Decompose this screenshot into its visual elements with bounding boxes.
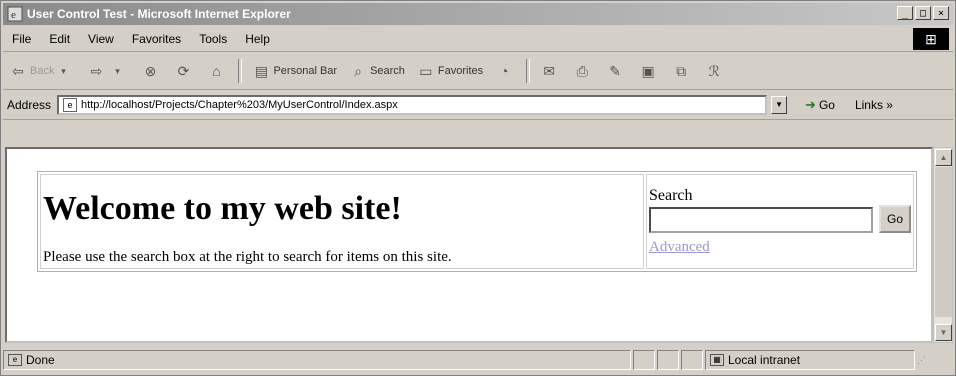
scroll-down-button[interactable]: ▼ xyxy=(935,324,952,341)
standard-toolbar: ⇦ Back ▾ ⇨ ▾ ⊗ ⟳ ⌂ ▤ Personal Bar ⌕ Sear… xyxy=(3,53,953,90)
browser-window: e User Control Test - Microsoft Internet… xyxy=(0,0,956,376)
window-controls: _ □ × xyxy=(897,6,949,20)
menu-view[interactable]: View xyxy=(79,32,123,46)
security-zone-panel: ▦ Local intranet xyxy=(705,350,915,370)
go-arrow-icon: ➜ xyxy=(805,97,816,112)
address-url: http://localhost/Projects/Chapter%203/My… xyxy=(81,99,398,111)
search-box-label: Search xyxy=(649,187,693,204)
title-bar[interactable]: e User Control Test - Microsoft Internet… xyxy=(3,3,953,25)
messenger-button[interactable]: ⧉ xyxy=(666,62,699,80)
svg-text:e: e xyxy=(11,9,16,21)
minimize-button[interactable]: _ xyxy=(897,6,913,20)
search-label: Search xyxy=(370,65,405,77)
status-text-panel: e Done xyxy=(3,350,631,370)
mail-icon: ✉ xyxy=(543,62,556,79)
print-icon: ⎙ xyxy=(576,62,588,79)
search-button[interactable]: ⌕ Search xyxy=(343,62,411,80)
layout-table: Welcome to my web site! Please use the s… xyxy=(37,171,917,272)
research-button[interactable]: ℛ xyxy=(699,62,732,80)
windows-logo-icon: ⊞ xyxy=(925,30,937,47)
page-done-icon: e xyxy=(8,354,22,366)
address-label: Address xyxy=(7,98,52,112)
stop-button[interactable]: ⊗ xyxy=(135,62,168,80)
status-text: Done xyxy=(26,353,55,367)
main-cell: Welcome to my web site! Please use the s… xyxy=(40,174,644,269)
chevron-down-icon: ▾ xyxy=(61,65,66,76)
menu-help[interactable]: Help xyxy=(236,32,279,46)
search-icon: ⌕ xyxy=(354,62,362,79)
zone-text: Local intranet xyxy=(728,353,801,367)
discuss-icon: ▣ xyxy=(641,62,655,79)
stop-icon: ⊗ xyxy=(144,62,157,79)
menu-bar: File Edit View Favorites Tools Help ⊞ xyxy=(3,27,953,52)
toolbar-separator xyxy=(238,59,243,83)
menu-edit[interactable]: Edit xyxy=(40,32,79,46)
history-icon: ◔ xyxy=(499,63,509,79)
vertical-scrollbar[interactable]: ▲ ▼ xyxy=(933,147,953,343)
scroll-up-button[interactable]: ▲ xyxy=(935,149,952,166)
close-button[interactable]: × xyxy=(933,6,949,20)
page-heading: Welcome to my web site! xyxy=(43,190,402,227)
chevron-down-icon: ▾ xyxy=(115,65,120,76)
edit-button[interactable]: ✎ xyxy=(600,62,633,80)
page-viewport: Welcome to my web site! Please use the s… xyxy=(5,147,933,343)
research-icon: ℛ xyxy=(708,62,720,79)
back-arrow-icon: ⇦ xyxy=(12,62,24,79)
status-bar: e Done ▦ Local intranet ⋰ xyxy=(3,347,953,373)
address-dropdown-button[interactable]: ▼ xyxy=(771,96,788,114)
messenger-icon: ⧉ xyxy=(676,62,687,79)
menu-tools[interactable]: Tools xyxy=(190,32,236,46)
refresh-icon: ⟳ xyxy=(177,62,190,79)
resize-grip-icon[interactable]: ⋰ xyxy=(917,350,933,370)
personal-bar-icon: ▤ xyxy=(254,62,269,79)
forward-button[interactable]: ⇨ ▾ xyxy=(81,62,135,80)
back-label: Back xyxy=(30,65,55,77)
address-input[interactable]: e http://localhost/Projects/Chapter%203/… xyxy=(57,95,768,115)
discuss-button[interactable]: ▣ xyxy=(633,62,666,80)
intranet-icon: ▦ xyxy=(710,354,724,366)
throbber-logo: ⊞ xyxy=(913,28,949,50)
search-row: Go xyxy=(649,205,911,233)
search-cell: Search Go Advanced xyxy=(646,174,914,269)
refresh-button[interactable]: ⟳ xyxy=(168,62,201,80)
home-button[interactable]: ⌂ xyxy=(201,62,234,80)
toolbar-separator xyxy=(526,59,531,83)
status-panel-3 xyxy=(681,350,703,370)
links-button[interactable]: Links » xyxy=(855,98,893,112)
back-button[interactable]: ⇦ Back ▾ xyxy=(3,62,81,80)
mail-button[interactable]: ✉ xyxy=(534,62,567,80)
ie-logo-icon: e xyxy=(7,6,23,22)
go-button[interactable]: ➜ Go xyxy=(805,97,835,113)
search-go-button[interactable]: Go xyxy=(879,205,911,233)
go-label: Go xyxy=(818,98,835,112)
status-panel-2 xyxy=(657,350,679,370)
favorites-button[interactable]: ▭ Favorites xyxy=(411,62,489,80)
menu-file[interactable]: File xyxy=(3,32,40,46)
history-button[interactable]: ◔ xyxy=(489,62,522,80)
favorites-label: Favorites xyxy=(437,65,484,77)
scroll-track[interactable] xyxy=(935,167,952,317)
search-input[interactable] xyxy=(649,207,873,233)
edit-icon: ✎ xyxy=(609,62,622,79)
print-button[interactable]: ⎙ xyxy=(567,62,600,80)
window-title: User Control Test - Microsoft Internet E… xyxy=(27,7,291,21)
maximize-button[interactable]: □ xyxy=(915,6,931,20)
personal-bar-button[interactable]: ▤ Personal Bar xyxy=(246,62,343,80)
favorites-folder-icon: ▭ xyxy=(419,62,433,79)
advanced-search-link[interactable]: Advanced xyxy=(649,239,710,256)
menu-favorites[interactable]: Favorites xyxy=(123,32,190,46)
personal-bar-label: Personal Bar xyxy=(273,65,338,77)
page-icon: e xyxy=(63,98,78,112)
home-icon: ⌂ xyxy=(212,63,221,79)
forward-arrow-icon: ⇨ xyxy=(90,62,103,79)
status-panel-1 xyxy=(633,350,655,370)
intro-text: Please use the search box at the right t… xyxy=(43,249,452,265)
address-bar: Address e http://localhost/Projects/Chap… xyxy=(3,91,953,120)
